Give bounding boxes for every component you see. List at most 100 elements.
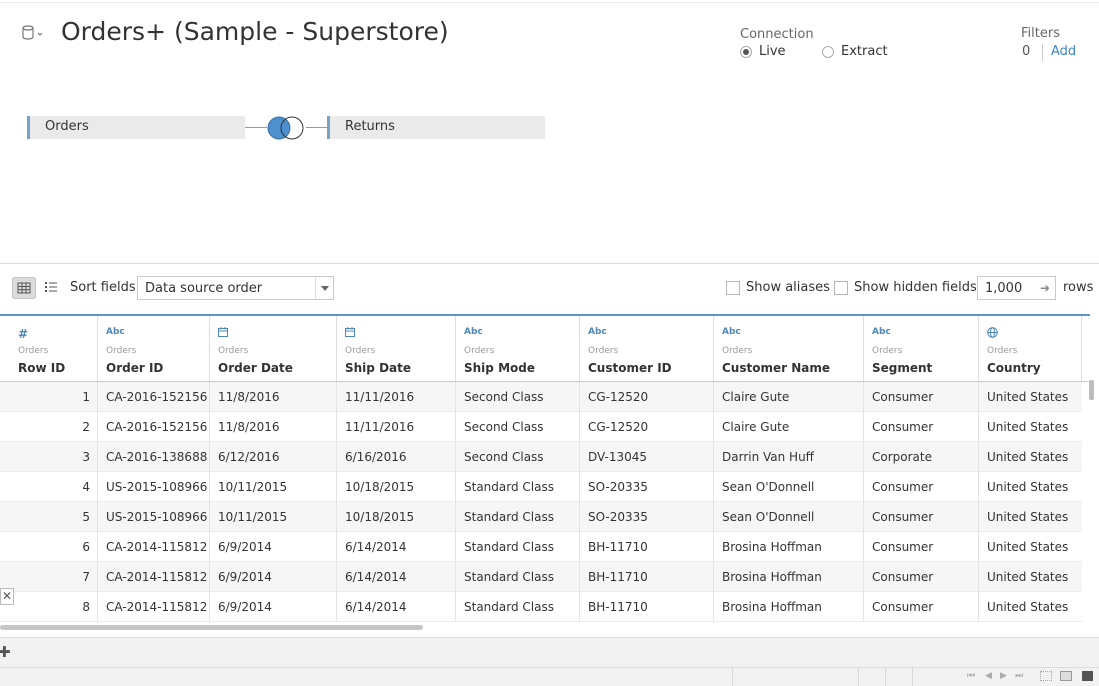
database-icon[interactable] <box>21 24 43 42</box>
table-cell[interactable]: CA-2016-138688 <box>98 442 210 472</box>
column-header[interactable]: # Orders Row ID <box>10 316 98 382</box>
table-cell[interactable]: Claire Gute <box>714 412 864 442</box>
table-cell[interactable]: United States <box>979 502 1082 532</box>
list-view-button[interactable] <box>40 277 64 299</box>
grid-layout-icon[interactable] <box>1040 671 1052 681</box>
add-filter-link[interactable]: Add <box>1051 44 1076 59</box>
next-page-icon[interactable]: ▶ <box>1000 671 1007 681</box>
table-cell[interactable]: 11/11/2016 <box>337 412 456 442</box>
table-cell[interactable]: Claire Gute <box>714 382 864 412</box>
show-hidden-fields-label[interactable]: Show hidden fields <box>854 280 977 295</box>
show-aliases-checkbox[interactable] <box>726 281 740 295</box>
column-header[interactable]: Abc Orders Customer ID <box>580 316 714 382</box>
grid-view-button[interactable] <box>12 277 36 299</box>
string-type-icon[interactable]: Abc <box>588 327 607 337</box>
column-name[interactable]: Ship Mode <box>464 361 535 375</box>
table-cell[interactable]: Standard Class <box>456 532 580 562</box>
datasource-title[interactable]: Orders+ (Sample - Superstore) <box>61 17 449 46</box>
table-cell[interactable]: 11/8/2016 <box>210 382 337 412</box>
table-cell[interactable]: CA-2014-115812 <box>98 562 210 592</box>
close-icon[interactable]: ✕ <box>0 588 14 605</box>
table-cell[interactable]: Consumer <box>864 382 979 412</box>
string-type-icon[interactable]: Abc <box>722 327 741 337</box>
table-cell[interactable]: Consumer <box>864 472 979 502</box>
table-cell[interactable]: Sean O'Donnell <box>714 502 864 532</box>
table-cell[interactable]: Consumer <box>864 592 979 622</box>
table-cell[interactable]: 6/14/2014 <box>337 532 456 562</box>
table-cell[interactable]: SO-20335 <box>580 472 714 502</box>
column-name[interactable]: Country <box>987 361 1041 375</box>
panel-divider[interactable] <box>0 263 1099 264</box>
table-cell[interactable]: United States <box>979 532 1082 562</box>
table-cell[interactable]: CG-12520 <box>580 412 714 442</box>
horizontal-scrollbar[interactable] <box>0 625 423 630</box>
table-row[interactable]: 2 CA-2016-152156 11/8/2016 11/11/2016 Second… <box>0 412 1082 442</box>
table-cell[interactable]: US-2015-108966 <box>98 472 210 502</box>
table-cell[interactable]: 10/18/2015 <box>337 472 456 502</box>
table-cell[interactable]: 6/14/2014 <box>337 562 456 592</box>
table-cell[interactable]: Brosina Hoffman <box>714 532 864 562</box>
table-cell[interactable]: 6 <box>10 532 98 562</box>
filmstrip-layout-icon[interactable] <box>1060 671 1072 681</box>
table-row[interactable]: 5 US-2015-108966 10/11/2015 10/18/2015 Stand… <box>0 502 1082 532</box>
table-cell[interactable]: 11/11/2016 <box>337 382 456 412</box>
table-row[interactable]: 7 CA-2014-115812 6/9/2014 6/14/2014 Standard… <box>0 562 1082 592</box>
first-page-icon[interactable]: ⏮ <box>967 671 975 681</box>
table-cell[interactable]: CA-2014-115812 <box>98 532 210 562</box>
last-page-icon[interactable]: ⏭ <box>1015 671 1023 681</box>
table-cell[interactable]: United States <box>979 592 1082 622</box>
column-name[interactable]: Row ID <box>18 361 65 375</box>
vertical-scrollbar[interactable] <box>1089 380 1094 400</box>
table-cell[interactable]: 6/9/2014 <box>210 592 337 622</box>
table-cell[interactable]: CA-2016-152156 <box>98 382 210 412</box>
table-cell[interactable]: 10/11/2015 <box>210 472 337 502</box>
table-cell[interactable]: 3 <box>10 442 98 472</box>
table-cell[interactable]: Brosina Hoffman <box>714 562 864 592</box>
table-orders[interactable]: Orders <box>27 116 245 139</box>
column-header[interactable]: Orders Ship Date <box>337 316 456 382</box>
table-cell[interactable]: Second Class <box>456 442 580 472</box>
table-cell[interactable]: Consumer <box>864 532 979 562</box>
table-row[interactable]: 8 CA-2014-115812 6/9/2014 6/14/2014 Standard… <box>0 592 1082 622</box>
show-aliases-label[interactable]: Show aliases <box>746 280 830 295</box>
column-name[interactable]: Customer ID <box>588 361 672 375</box>
table-cell[interactable]: Darrin Van Huff <box>714 442 864 472</box>
table-cell[interactable]: Standard Class <box>456 472 580 502</box>
table-cell[interactable]: Corporate <box>864 442 979 472</box>
string-type-icon[interactable]: Abc <box>464 327 483 337</box>
table-cell[interactable]: 6/9/2014 <box>210 532 337 562</box>
single-sheet-layout-icon[interactable] <box>1082 671 1093 681</box>
calendar-icon[interactable] <box>345 327 355 340</box>
chevron-down-icon[interactable] <box>315 277 333 299</box>
arrow-right-icon[interactable]: ➜ <box>1040 281 1050 295</box>
column-header[interactable]: Orders Order Date <box>210 316 337 382</box>
table-row[interactable]: 3 CA-2016-138688 6/12/2016 6/16/2016 Second … <box>0 442 1082 472</box>
string-type-icon[interactable]: Abc <box>106 327 125 337</box>
column-header[interactable]: Abc Orders Customer Name <box>714 316 864 382</box>
table-cell[interactable]: Brosina Hoffman <box>714 592 864 622</box>
table-cell[interactable]: 7 <box>10 562 98 592</box>
column-header[interactable]: Abc Orders Segment <box>864 316 979 382</box>
table-cell[interactable]: CG-12520 <box>580 382 714 412</box>
show-hidden-fields-checkbox[interactable] <box>834 281 848 295</box>
table-cell[interactable]: 6/12/2016 <box>210 442 337 472</box>
table-cell[interactable]: 11/8/2016 <box>210 412 337 442</box>
column-name[interactable]: Ship Date <box>345 361 411 375</box>
live-radio[interactable] <box>740 46 752 58</box>
column-name[interactable]: Order ID <box>106 361 163 375</box>
table-cell[interactable]: Standard Class <box>456 592 580 622</box>
table-cell[interactable]: 6/16/2016 <box>337 442 456 472</box>
calendar-icon[interactable] <box>218 327 228 340</box>
rows-input[interactable]: 1,000 ➜ <box>977 276 1056 300</box>
globe-icon[interactable] <box>987 327 998 341</box>
table-cell[interactable]: Sean O'Donnell <box>714 472 864 502</box>
table-cell[interactable]: Consumer <box>864 562 979 592</box>
new-sheet-icon[interactable]: ✚ <box>0 643 11 661</box>
table-returns[interactable]: Returns <box>327 116 545 139</box>
table-row[interactable]: 1 CA-2016-152156 11/8/2016 11/11/2016 Second… <box>0 382 1082 412</box>
left-join-icon[interactable] <box>265 115 307 141</box>
table-cell[interactable]: 6/14/2014 <box>337 592 456 622</box>
column-name[interactable]: Order Date <box>218 361 293 375</box>
extract-radio-label[interactable]: Extract <box>841 44 888 59</box>
table-cell[interactable]: DV-13045 <box>580 442 714 472</box>
